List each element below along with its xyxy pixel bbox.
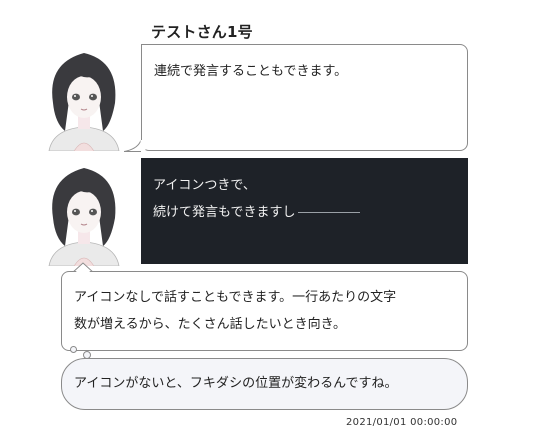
avatar-girl-icon <box>48 53 120 151</box>
dash-decoration <box>298 212 361 213</box>
avatar <box>45 160 123 266</box>
speaker-name: テストさん1号 <box>151 23 253 41</box>
message-text-line: 続けて発言もできますし <box>153 205 296 220</box>
timestamp: 2021/01/01 00:00:00 <box>346 417 458 428</box>
thought-dot <box>70 346 77 353</box>
message-text: 連続で発言することもできます。 <box>154 64 348 79</box>
bubble-tail <box>124 140 146 152</box>
chat-bubble-dark: アイコンつきで、 続けて発言もできますし <box>141 158 468 264</box>
chat-bubble: アイコンなしで話すこともできます。一行あたりの文字 数が増えるから、たくさん話し… <box>61 271 468 351</box>
bubble-tail-fill <box>73 265 93 274</box>
avatar <box>45 45 123 151</box>
message-text-line: アイコンつきで、 <box>153 178 256 193</box>
chat-bubble: 連続で発言することもできます。 <box>141 44 468 151</box>
message-text: アイコンがないと、フキダシの位置が変わるんですね。 <box>74 376 398 391</box>
message-text-line: 数が増えるから、たくさん話したいとき向き。 <box>74 317 346 332</box>
thought-bubble: アイコンがないと、フキダシの位置が変わるんですね。 <box>61 358 468 410</box>
avatar-girl-icon <box>48 168 120 266</box>
message-text-line: アイコンなしで話すこともできます。一行あたりの文字 <box>74 290 397 305</box>
